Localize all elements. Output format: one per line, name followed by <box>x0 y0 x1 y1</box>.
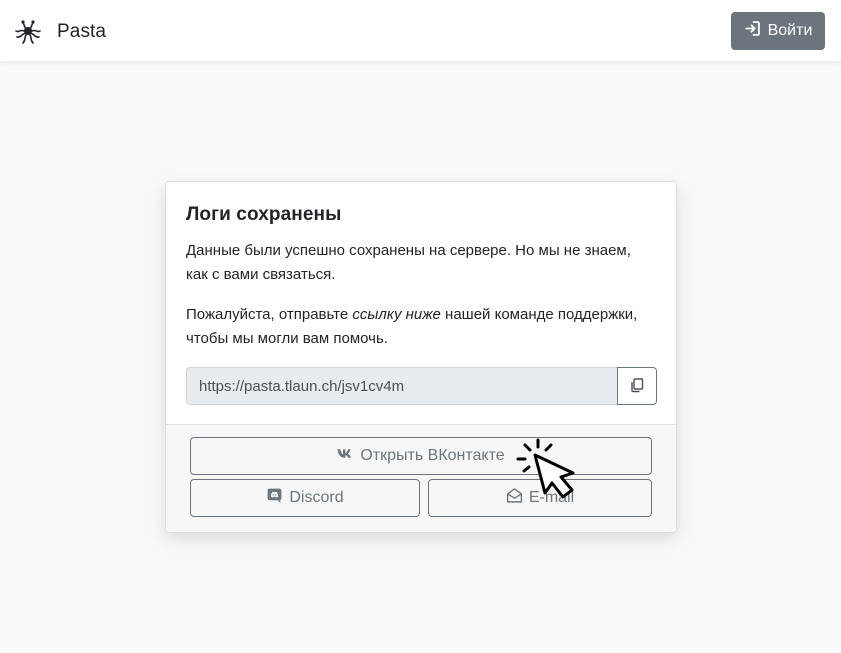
brand-link[interactable]: Pasta <box>14 18 106 46</box>
link-input-group <box>186 367 657 405</box>
discord-label: Discord <box>289 489 344 506</box>
copy-link-button[interactable] <box>617 367 657 405</box>
instructions-emphasis: ссылку ниже <box>352 306 441 323</box>
instructions-text-start: Пожалуйста, отправьте <box>186 306 353 323</box>
discord-button[interactable]: Discord <box>190 479 420 517</box>
open-vk-label: Открыть ВКонтакте <box>360 447 505 464</box>
sign-in-icon <box>744 20 761 42</box>
top-navbar: Pasta Войти <box>0 0 841 62</box>
card-body: Логи сохранены Данные были успешно сохра… <box>166 182 676 351</box>
vk-icon <box>337 445 354 467</box>
card-title: Логи сохранены <box>186 204 342 225</box>
pasta-link-input[interactable] <box>186 367 617 405</box>
logs-saved-card: Логи сохранены Данные были успешно сохра… <box>165 181 677 533</box>
brand-name: Pasta <box>57 21 107 42</box>
copy-icon <box>629 377 645 396</box>
open-vk-button[interactable]: Открыть ВКонтакте <box>190 437 652 475</box>
login-button[interactable]: Войти <box>731 12 825 50</box>
success-message: Данные были успешно сохранены на сервере… <box>186 242 631 283</box>
email-label: E-mail <box>528 489 575 506</box>
discord-icon <box>266 487 283 509</box>
flying-spaghetti-monster-icon <box>14 18 42 46</box>
card-footer: Открыть ВКонтакте Discord E-mail <box>166 424 676 532</box>
envelope-open-icon <box>506 487 523 509</box>
instructions-message: Пожалуйста, отправьте ссылку ниже нашей … <box>186 303 656 351</box>
login-button-label: Войти <box>767 22 813 39</box>
email-button[interactable]: E-mail <box>428 479 652 517</box>
